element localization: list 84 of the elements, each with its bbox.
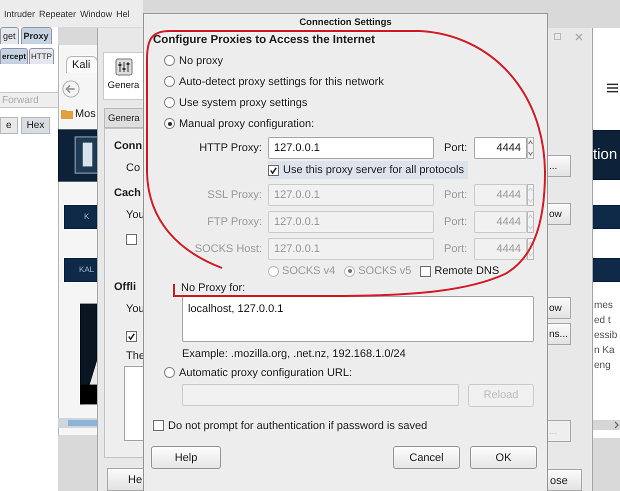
- sliders-icon: [114, 58, 132, 76]
- settings-button[interactable]: ow: [548, 203, 571, 225]
- section-heading: Cach: [114, 187, 141, 199]
- browser-tab[interactable]: Kali: [66, 56, 98, 73]
- spinner-icon[interactable]: [527, 136, 534, 158]
- option-label: SOCKS v5: [358, 265, 412, 277]
- window-title: Connection Settings: [298, 16, 393, 30]
- tab[interactable]: Hex: [20, 117, 50, 134]
- tab[interactable]: ercept: [0, 48, 28, 64]
- option-label: SOCKS v4: [282, 265, 336, 277]
- help-button[interactable]: Help: [151, 446, 221, 469]
- scrollbar[interactable]: [58, 418, 98, 428]
- help-button[interactable]: He: [107, 468, 143, 491]
- settings-button[interactable]: ns...: [548, 323, 571, 345]
- option-label: Use this proxy server for all protocols: [283, 164, 464, 176]
- tab[interactable]: Proxy: [20, 27, 52, 44]
- field-label: FTP Proxy:: [206, 216, 262, 228]
- option-label: Remote DNS: [434, 265, 500, 277]
- radio-button[interactable]: [164, 367, 175, 378]
- section-heading: Configure Proxies to Access the Internet: [153, 34, 376, 46]
- port-field[interactable]: 4444: [474, 136, 527, 158]
- text-area[interactable]: [124, 366, 143, 441]
- field-label: Port:: [444, 242, 466, 254]
- section-heading: Offli: [114, 281, 136, 293]
- menu-item[interactable]: Intruder: [4, 9, 36, 27]
- section-heading: Conn: [114, 140, 142, 152]
- settings-button[interactable]: ...: [548, 155, 571, 177]
- option-label: Auto-detect proxy settings for this network: [179, 76, 384, 88]
- menu-item[interactable]: Hel: [116, 9, 130, 27]
- ok-button[interactable]: OK: [470, 446, 537, 469]
- close-button[interactable]: ose: [548, 469, 582, 491]
- option-label: Use system proxy settings: [179, 96, 308, 108]
- field-label: Port:: [444, 216, 466, 228]
- url-field[interactable]: [182, 384, 459, 406]
- radio-button[interactable]: [164, 55, 175, 66]
- field-label: Port:: [444, 188, 466, 200]
- option-label: Manual proxy configuration:: [179, 118, 314, 130]
- folder-icon: [61, 109, 73, 119]
- field-label: Port:: [444, 142, 466, 154]
- checkbox[interactable]: [420, 266, 432, 276]
- scrollbar[interactable]: [593, 420, 620, 430]
- checkbox[interactable]: [126, 331, 137, 342]
- page-text: mes: [594, 299, 614, 313]
- settings-button[interactable]: ow: [548, 297, 571, 319]
- tab[interactable]: HTTP: [29, 48, 54, 64]
- menu-item[interactable]: Repeater: [39, 9, 76, 27]
- bookmark-item[interactable]: Mos: [61, 108, 96, 120]
- back-icon[interactable]: [62, 80, 80, 98]
- field-label: No Proxy for:: [181, 282, 246, 294]
- setting-label: Co: [126, 162, 140, 174]
- checkbox[interactable]: [268, 164, 279, 176]
- radio-button[interactable]: [164, 118, 175, 129]
- toolbar-button[interactable]: Genera: [103, 52, 143, 100]
- no-proxy-field[interactable]: localhost, 127.0.0.1: [182, 296, 534, 342]
- option-label: Do not prompt for authentication if password is saved: [168, 420, 428, 432]
- page-text: essib: [594, 329, 618, 343]
- cancel-button[interactable]: Cancel: [393, 446, 460, 469]
- checkbox[interactable]: [153, 420, 164, 431]
- banner-text: K: [64, 205, 98, 229]
- page-text: n Ka: [594, 344, 616, 358]
- page-text: ed t: [594, 314, 612, 328]
- option-label: Automatic proxy configuration URL:: [179, 366, 352, 378]
- option-label: No proxy: [179, 54, 224, 66]
- field-label: SSL Proxy:: [206, 188, 262, 200]
- check-icon: [269, 166, 278, 174]
- checkbox[interactable]: [126, 234, 137, 245]
- banner: [593, 205, 620, 229]
- banner-text: tion: [593, 130, 620, 180]
- radio-button[interactable]: [164, 76, 175, 87]
- menu-item[interactable]: Window: [80, 9, 112, 27]
- menu-icon[interactable]: [607, 83, 618, 93]
- check-icon: [127, 332, 136, 341]
- field-label: SOCKS Host:: [194, 242, 262, 254]
- hint-text: Example: .mozilla.org, .net.nz, 192.168.1.0/24: [182, 347, 407, 362]
- tab[interactable]: e: [0, 117, 18, 134]
- close-icon[interactable]: [575, 33, 583, 41]
- page-text: eng: [594, 359, 612, 373]
- radio-button[interactable]: [164, 97, 175, 108]
- banner: [593, 258, 620, 282]
- tab[interactable]: Genera: [104, 108, 143, 128]
- tab[interactable]: get: [0, 27, 19, 44]
- field-label: HTTP Proxy:: [198, 142, 262, 154]
- banner-text: KAL: [64, 258, 98, 282]
- proxy-field[interactable]: 127.0.0.1: [268, 136, 434, 158]
